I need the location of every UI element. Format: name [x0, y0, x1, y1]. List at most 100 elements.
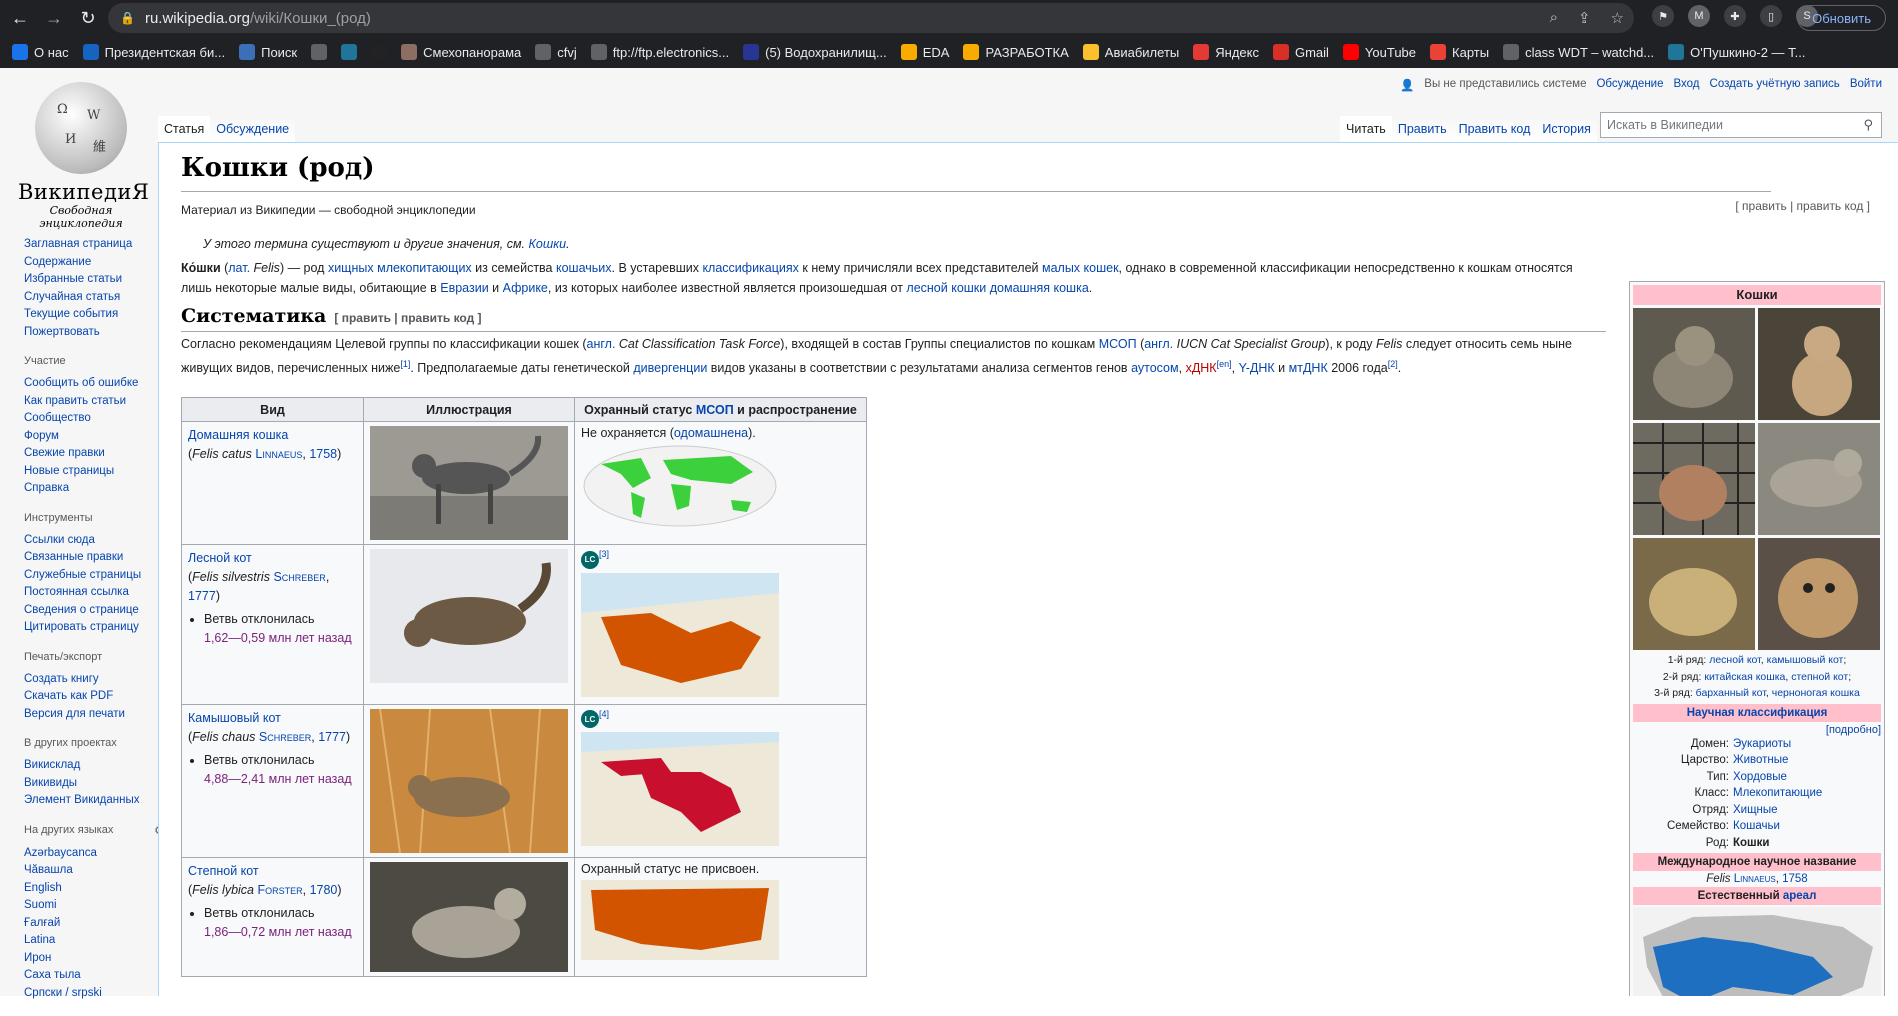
illustration-cell[interactable]: [363, 421, 575, 545]
cat-photo[interactable]: [370, 861, 568, 972]
search-input[interactable]: Искать в Википедии ⚲: [1600, 112, 1882, 138]
cat-photo-1[interactable]: [1633, 308, 1755, 420]
signin-link[interactable]: Войти: [1850, 78, 1882, 92]
forward-icon[interactable]: →: [40, 4, 68, 32]
tab-read[interactable]: Читать: [1340, 116, 1392, 142]
bookmark-item[interactable]: Gmail: [1272, 44, 1329, 60]
sidebar-link[interactable]: Latina: [24, 932, 164, 950]
sidebar-link[interactable]: Цитировать страницу: [24, 619, 164, 637]
sidebar-link[interactable]: Сведения о странице: [24, 602, 164, 620]
sidebar-link[interactable]: Пожертвовать: [24, 324, 164, 342]
reload-icon[interactable]: ↻: [74, 4, 102, 32]
login-link[interactable]: Вход: [1674, 78, 1700, 92]
tab-edit[interactable]: Править: [1391, 116, 1453, 142]
range-map[interactable]: [581, 732, 779, 849]
bookmark-item[interactable]: cfvj: [535, 44, 577, 60]
sidebar-link[interactable]: Как править статьи: [24, 393, 164, 411]
sidebar-link[interactable]: Создать книгу: [24, 671, 164, 689]
tab-discussion[interactable]: Обсуждение: [210, 116, 296, 142]
sidebar-link[interactable]: Скачать как PDF: [24, 688, 164, 706]
sidebar-link[interactable]: Заглавная страница: [24, 236, 164, 254]
species-link[interactable]: Степной кот: [188, 864, 259, 878]
lc-badge-icon[interactable]: LC: [581, 710, 599, 729]
cat-photo-4[interactable]: [1758, 423, 1880, 535]
sidebar-link[interactable]: Викивиды: [24, 775, 164, 793]
cat-photo-2[interactable]: [1758, 308, 1880, 420]
sidebar-link[interactable]: Чӑвашла: [24, 862, 164, 880]
bookmark-item[interactable]: [311, 44, 333, 60]
range-map[interactable]: [1633, 907, 1881, 996]
sidebar-link[interactable]: Связанные правки: [24, 549, 164, 567]
tab-article[interactable]: Статья: [158, 116, 211, 142]
puzzle-icon[interactable]: ✚: [1724, 5, 1746, 27]
sidebar-link[interactable]: Suomi: [24, 897, 164, 915]
bookmark-item[interactable]: YouTube: [1342, 44, 1416, 60]
infobox-more-link[interactable]: [подробно]: [1633, 724, 1881, 736]
illustration-cell[interactable]: [363, 703, 575, 858]
bookmark-item[interactable]: EDA: [900, 44, 949, 60]
bookmark-item[interactable]: Смехопанорама: [401, 44, 521, 60]
update-button[interactable]: Обновить: [1797, 5, 1886, 31]
range-map[interactable]: [581, 445, 779, 531]
range-map[interactable]: [581, 572, 779, 700]
sidebar-link[interactable]: Викисклад: [24, 757, 164, 775]
species-link[interactable]: Домашняя кошка: [188, 428, 288, 442]
sidebar-link[interactable]: English: [24, 880, 164, 898]
sidebar-link[interactable]: Ғалғай: [24, 915, 164, 933]
range-map[interactable]: [581, 879, 779, 963]
sidebar-link[interactable]: Форум: [24, 428, 164, 446]
cat-photo-5[interactable]: [1633, 538, 1755, 650]
search-icon[interactable]: ⚲: [1863, 117, 1873, 133]
bookmark-item[interactable]: Поиск: [239, 44, 297, 60]
sidebar-link[interactable]: Српски / srpski: [24, 985, 164, 1003]
sidebar-link[interactable]: Случайная статья: [24, 289, 164, 307]
sidebar-link[interactable]: Свежие правки: [24, 445, 164, 463]
bookmark-item[interactable]: [341, 44, 363, 60]
bookmark-item[interactable]: Президентская би...: [82, 44, 225, 60]
sidebar-link[interactable]: Служебные страницы: [24, 567, 164, 585]
species-link[interactable]: Лесной кот: [188, 551, 252, 565]
bookmark-item[interactable]: Яндекс: [1193, 44, 1259, 60]
extension-avatar[interactable]: M: [1688, 5, 1710, 27]
tab-edit-code[interactable]: Править код: [1452, 116, 1537, 142]
create-account-link[interactable]: Создать учётную запись: [1710, 78, 1840, 92]
sidebar-link[interactable]: Сообщество: [24, 410, 164, 428]
section-edit-links[interactable]: [ править | править код ]: [334, 311, 481, 325]
sidebar-link[interactable]: Новые страницы: [24, 463, 164, 481]
bookmark-item[interactable]: О'Пушкино-2 — Т...: [1668, 44, 1805, 60]
bookmark-star-icon[interactable]: ☆: [1611, 9, 1624, 27]
sidebar-link[interactable]: Ирон: [24, 950, 164, 968]
sidebar-link[interactable]: Текущие события: [24, 306, 164, 324]
bookmark-item[interactable]: РАЗРАБОТКА: [963, 44, 1069, 60]
back-icon[interactable]: ←: [6, 4, 34, 32]
tab-history[interactable]: История: [1536, 116, 1597, 142]
talk-link[interactable]: Обсуждение: [1596, 78, 1663, 92]
extension-icon[interactable]: ⚑: [1652, 5, 1674, 27]
share-icon[interactable]: ⇪: [1578, 9, 1591, 27]
bookmark-item[interactable]: (5) Водохранилищ...: [743, 44, 887, 60]
cat-photo[interactable]: [370, 549, 568, 683]
title-edit-links[interactable]: [ править | править код ]: [1735, 199, 1870, 213]
sidebar-link[interactable]: Постоянная ссылка: [24, 584, 164, 602]
bookmark-item[interactable]: class WDT – watchd...: [1503, 44, 1654, 60]
sidebar-link[interactable]: Саха тыла: [24, 967, 164, 985]
sidebar-link[interactable]: Ссылки сюда: [24, 532, 164, 550]
wiki-logo[interactable]: ΩWИ維 ВикипедиЯ Свободная энциклопедия: [18, 82, 149, 230]
bookmark-item[interactable]: Карты: [1430, 44, 1489, 60]
illustration-cell[interactable]: [363, 856, 575, 977]
cat-photo-3[interactable]: [1633, 423, 1755, 535]
illustration-cell[interactable]: [363, 544, 575, 705]
lc-badge-icon[interactable]: LC: [581, 550, 599, 569]
cat-photo[interactable]: [370, 426, 568, 540]
species-link[interactable]: Камышовый кот: [188, 711, 281, 725]
hatnote-link[interactable]: Кошки: [529, 237, 567, 251]
sidebar-link[interactable]: Избранные статьи: [24, 271, 164, 289]
sidebar-link[interactable]: Версия для печати: [24, 706, 164, 724]
bookmark-item[interactable]: ftp://ftp.electronics...: [590, 44, 729, 60]
bookmark-item[interactable]: О нас: [12, 44, 69, 60]
sidebar-link[interactable]: Содержание: [24, 254, 164, 272]
sidebar-link[interactable]: Сообщить об ошибке: [24, 375, 164, 393]
address-bar[interactable]: 🔒 ru.wikipedia.org/wiki/Кошки_(род) ⌕ ⇪ …: [108, 3, 1634, 33]
infobox-photo-grid[interactable]: [1633, 308, 1881, 650]
sidebar-link[interactable]: Справка: [24, 480, 164, 498]
